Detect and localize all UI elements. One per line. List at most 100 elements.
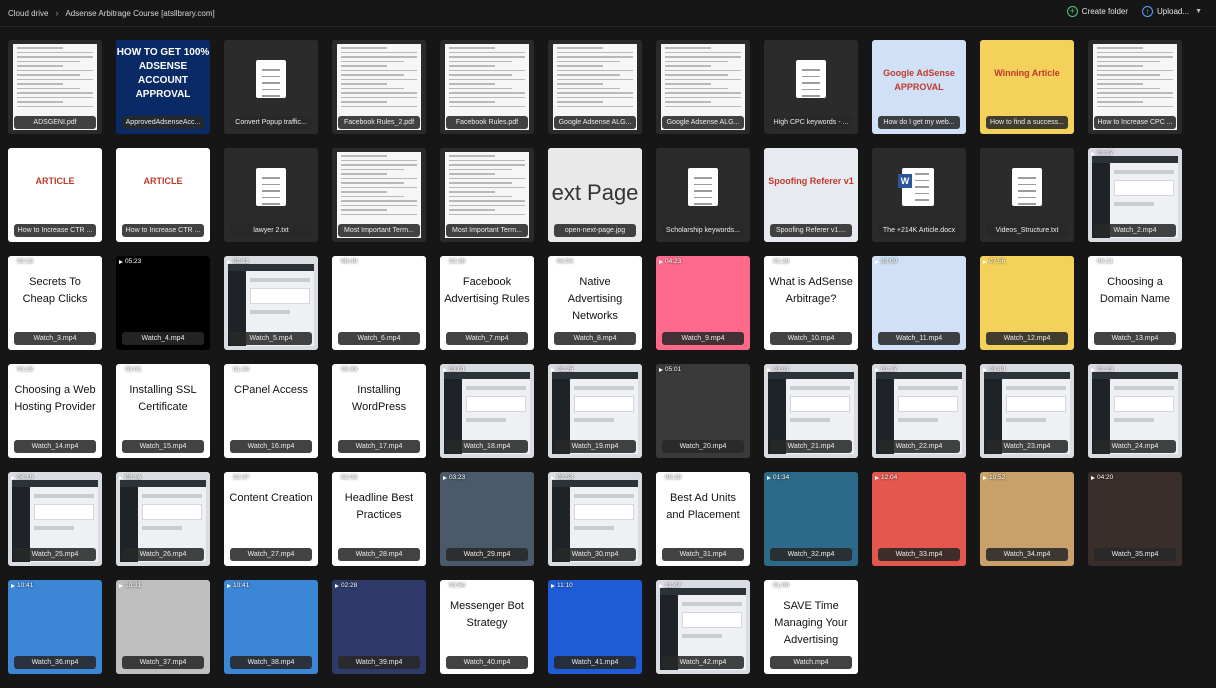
file-name-label: Watch_19.mp4 (554, 440, 636, 453)
file-tile[interactable]: lawyer 2.txt (224, 148, 318, 242)
file-name-label: Watch_13.mp4 (1094, 332, 1176, 345)
video-duration: 03:54 (443, 582, 465, 589)
file-tile[interactable]: How to Increase CPC ... (1088, 40, 1182, 134)
file-tile[interactable]: Content Creation 02:37 Watch_27.mp4 (224, 472, 318, 566)
file-tile[interactable]: Headline Best Practices 02:03 Watch_28.mp4 (332, 472, 426, 566)
create-folder-button[interactable]: + Create folder (1066, 6, 1128, 17)
file-tile[interactable]: 12:04 Watch_33.mp4 (872, 472, 966, 566)
file-tile[interactable]: ARTICLE How to Increase CTR ... (116, 148, 210, 242)
content-line (250, 310, 290, 314)
file-tile[interactable]: 04:16 Watch_25.mp4 (8, 472, 102, 566)
text-line (1097, 60, 1160, 62)
file-tile[interactable]: Installing WordPress 03:33 Watch_17.mp4 (332, 364, 426, 458)
file-tile[interactable]: 02:23 Watch_24.mp4 (1088, 364, 1182, 458)
file-tile[interactable]: 01:17 Watch_22.mp4 (872, 364, 966, 458)
file-tile[interactable]: 02:11 Watch_5.mp4 (224, 256, 318, 350)
file-tile[interactable]: Secrets To Cheap Clicks 03:13 Watch_3.mp4 (8, 256, 102, 350)
thumbnail-caption: ARTICLE (35, 176, 75, 186)
file-tile[interactable]: What is AdSense Arbitrage? 01:28 Watch_10.… (764, 256, 858, 350)
file-name-label: Watch_25.mp4 (14, 548, 96, 561)
file-tile[interactable]: 03:01 Watch_18.mp4 (440, 364, 534, 458)
thumbnail-caption: What is AdSense Arbitrage? (769, 276, 853, 305)
video-duration: 11:47 (659, 582, 681, 589)
text-line (694, 177, 712, 179)
text-line (802, 88, 820, 90)
file-tile[interactable]: 03:49 Watch_23.mp4 (980, 364, 1074, 458)
file-tile[interactable]: 10:31 Watch_37.mp4 (116, 580, 210, 674)
file-tile[interactable]: 02:53 Watch_30.mp4 (548, 472, 642, 566)
file-tile[interactable]: Facebook Rules.pdf (440, 40, 534, 134)
file-tile[interactable]: High CPC keywords - ... (764, 40, 858, 134)
text-line (802, 95, 820, 97)
file-tile[interactable]: 03:01 Watch_21.mp4 (764, 364, 858, 458)
duration-text: 02:11 (233, 258, 249, 265)
file-tile[interactable]: ADSGENI.pdf (8, 40, 102, 134)
file-tile[interactable]: 08:40 Watch_6.mp4 (332, 256, 426, 350)
file-tile[interactable]: 03:09 Watch_11.mp4 (872, 256, 966, 350)
video-duration: 04:54 (551, 258, 573, 265)
file-tile[interactable]: Facebook Rules_2.pdf (332, 40, 426, 134)
upload-button[interactable]: ↑ Upload... ▼ (1142, 6, 1202, 17)
text-line (557, 65, 604, 67)
file-tile[interactable]: 02:27 Watch_2.mp4 (1088, 148, 1182, 242)
text-line (1018, 177, 1036, 179)
file-tile[interactable]: Google Adsense ALG... (548, 40, 642, 134)
file-tile[interactable]: Google AdSense APPROVAL How do I get my w… (872, 40, 966, 134)
file-tile[interactable]: Facebook Advertising Rules 02:26 Watch_7.m… (440, 256, 534, 350)
file-tile[interactable]: 04:20 Watch_35.mp4 (1088, 472, 1182, 566)
browser-toolbar (120, 480, 206, 487)
file-tile[interactable]: Winning Article How to find a success... (980, 40, 1074, 134)
file-tile[interactable]: Google Adsense ALG... (656, 40, 750, 134)
file-tile[interactable]: 02:28 Watch_39.mp4 (332, 580, 426, 674)
content-panel (466, 396, 526, 412)
file-tile[interactable]: CPanel Access 01:24 Watch_16.mp4 (224, 364, 318, 458)
file-tile[interactable]: Convert Popup traffic... (224, 40, 318, 134)
file-tile[interactable]: 07:56 Watch_12.mp4 (980, 256, 1074, 350)
video-duration: 10:41 (11, 582, 33, 589)
file-tile[interactable]: 03:23 Watch_29.mp4 (440, 472, 534, 566)
content-line (574, 494, 634, 498)
play-icon (875, 475, 879, 480)
text-line (557, 105, 633, 107)
file-tile[interactable]: Spoofing Referer v1 Spoofing Referer v1..… (764, 148, 858, 242)
play-icon (227, 259, 231, 264)
file-tile[interactable]: 05:01 Watch_20.mp4 (656, 364, 750, 458)
text-line (1097, 105, 1173, 107)
text-line (341, 204, 417, 206)
file-tile[interactable]: 05:23 Watch_4.mp4 (116, 256, 210, 350)
file-tile[interactable]: HOW TO GET 100% ADSENSE ACCOUNT APPROVAL… (116, 40, 210, 134)
file-tile[interactable]: Videos_Structure.txt (980, 148, 1074, 242)
file-tile[interactable]: 03:14 Watch_26.mp4 (116, 472, 210, 566)
breadcrumb-root[interactable]: Cloud drive (8, 9, 48, 18)
play-icon (551, 367, 555, 372)
thumbnail-caption: Choosing a Domain Name (1099, 276, 1171, 305)
file-name-label: The +214K Article.docx (878, 224, 960, 237)
file-tile[interactable]: 10:41 Watch_36.mp4 (8, 580, 102, 674)
file-tile[interactable]: Most Important Term... (332, 148, 426, 242)
file-name-label: Watch_41.mp4 (554, 656, 636, 669)
file-tile[interactable]: Native Advertising Networks 04:54 Watch_8.… (548, 256, 642, 350)
file-tile[interactable]: Installing SSL Certificate 03:01 Watch_15.… (116, 364, 210, 458)
file-tile[interactable]: ext Page open-next-page.jpg (548, 148, 642, 242)
file-tile[interactable]: 04:23 Watch_9.mp4 (656, 256, 750, 350)
file-tile[interactable]: 10:52 Watch_34.mp4 (980, 472, 1074, 566)
file-tile[interactable]: 02:25 Watch_19.mp4 (548, 364, 642, 458)
file-tile[interactable]: Most Important Term... (440, 148, 534, 242)
text-line (341, 60, 404, 62)
file-tile[interactable]: 01:34 Watch_32.mp4 (764, 472, 858, 566)
file-tile[interactable]: W The +214K Article.docx (872, 148, 966, 242)
text-line (449, 56, 525, 58)
text-line (665, 105, 741, 107)
thumbnail-caption: Content Creation (229, 492, 313, 504)
file-tile[interactable]: 11:47 Watch_42.mp4 (656, 580, 750, 674)
file-tile[interactable]: Messenger Bot Strategy 03:54 Watch_40.mp4 (440, 580, 534, 674)
file-tile[interactable]: Choosing a Domain Name 06:21 Watch_13.mp4 (1088, 256, 1182, 350)
file-tile[interactable]: ARTICLE How to Increase CTR ... (8, 148, 102, 242)
file-tile[interactable]: SAVE Time Managing Your Advertising 01:00… (764, 580, 858, 674)
file-tile[interactable]: Scholarship keywords... (656, 148, 750, 242)
file-tile[interactable]: 10:41 Watch_38.mp4 (224, 580, 318, 674)
file-tile[interactable]: 11:10 Watch_41.mp4 (548, 580, 642, 674)
file-tile[interactable]: Best Ad Units and Placement 05:28 Watch_31… (656, 472, 750, 566)
file-tile[interactable]: Choosing a Web Hosting Provider 03:23 Watc… (8, 364, 102, 458)
content-line (574, 526, 614, 530)
